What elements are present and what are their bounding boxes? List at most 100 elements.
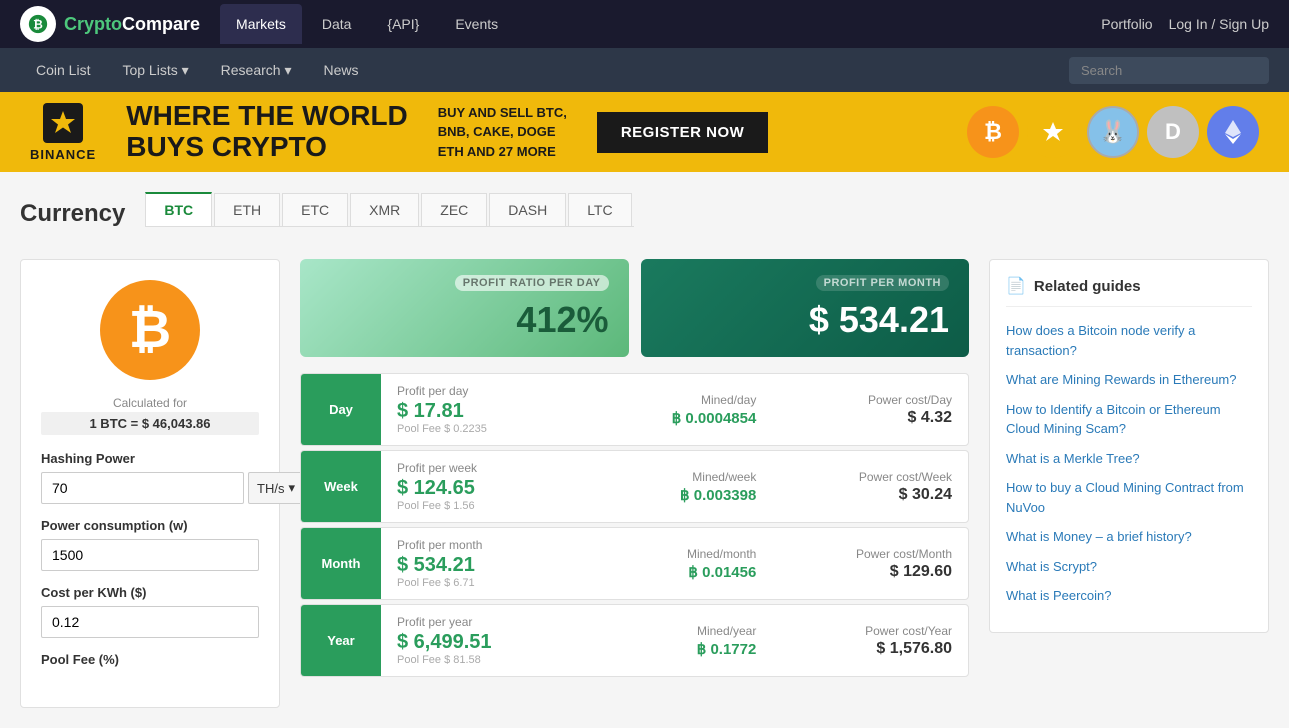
hashing-power-group: Hashing Power TH/s ▾: [41, 451, 259, 504]
cost-cell: Power cost/Day $ 4.32: [772, 383, 968, 437]
banner-headline: WHERE THE WORLD BUYS CRYPTO: [126, 101, 408, 163]
mined-title: Mined/week: [692, 470, 756, 484]
profit-month-value: $ 534.21: [809, 299, 949, 341]
pool-fee-label: Pool Fee (%): [41, 652, 259, 667]
cost-value: $ 1,576.80: [876, 640, 952, 658]
ethereum-coin-icon: [1207, 106, 1259, 158]
cost-value: $ 30.24: [899, 486, 952, 504]
pool-fee: Pool Fee $ 6.71: [397, 577, 475, 589]
binance-logo: BINANCE: [30, 103, 96, 162]
pool-fee: Pool Fee $ 81.58: [397, 654, 481, 666]
hashing-power-input[interactable]: [41, 472, 244, 504]
btc-price-display: 1 BTC = $ 46,043.86: [41, 412, 259, 435]
profit-ratio-card: PROFIT RATIO PER DAY 412%: [300, 259, 629, 357]
cost-value: $ 129.60: [890, 563, 952, 581]
profit-ratio-label: PROFIT RATIO PER DAY: [455, 275, 609, 291]
tab-eth[interactable]: ETH: [214, 193, 280, 226]
portfolio-link[interactable]: Portfolio: [1101, 16, 1152, 32]
guide-link[interactable]: How to Identify a Bitcoin or Ethereum Cl…: [1006, 400, 1252, 439]
hashing-power-unit[interactable]: TH/s ▾: [248, 472, 304, 504]
related-guides-header: 📄 Related guides: [1006, 276, 1252, 307]
page-header: Currency BTC ETH ETC XMR ZEC DASH LTC: [20, 192, 1269, 243]
cost-value: $ 4.32: [908, 409, 952, 427]
main-content: Currency BTC ETH ETC XMR ZEC DASH LTC ₿ …: [0, 172, 1289, 728]
mined-cell: Mined/year ฿ 0.1772: [577, 614, 773, 668]
tab-btc[interactable]: BTC: [145, 192, 212, 226]
profit-per-month-card: PROFIT PER MONTH $ 534.21: [641, 259, 970, 357]
banner-headline-line1: WHERE THE WORLD: [126, 101, 408, 132]
mined-value: ฿ 0.0004854: [672, 409, 757, 427]
tab-xmr[interactable]: XMR: [350, 193, 419, 226]
power-consumption-label: Power consumption (w): [41, 518, 259, 533]
profit-month-label: PROFIT PER MONTH: [816, 275, 949, 291]
right-panel: 📄 Related guides How does a Bitcoin node…: [989, 259, 1269, 708]
guide-link[interactable]: What are Mining Rewards in Ethereum?: [1006, 370, 1252, 390]
nav-events[interactable]: Events: [439, 4, 514, 44]
nav-data[interactable]: Data: [306, 4, 368, 44]
period-label: Week: [301, 451, 381, 522]
guide-link[interactable]: What is Scrypt?: [1006, 557, 1252, 577]
tab-ltc[interactable]: LTC: [568, 193, 631, 226]
results-panel: PROFIT RATIO PER DAY 412% PROFIT PER MON…: [300, 259, 969, 708]
bunny-coin-icon: 🐰: [1087, 106, 1139, 158]
period-label: Year: [301, 605, 381, 676]
cost-title: Power cost/Day: [868, 393, 952, 407]
profit-row: Week Profit per week $ 124.65 Pool Fee $…: [300, 450, 969, 523]
login-signup-link[interactable]: Log In / Sign Up: [1169, 16, 1269, 32]
profit-row: Month Profit per month $ 534.21 Pool Fee…: [300, 527, 969, 600]
content-grid: ₿ Calculated for 1 BTC = $ 46,043.86 Has…: [20, 259, 1269, 708]
cost-per-kwh-input[interactable]: [41, 606, 259, 638]
power-consumption-input[interactable]: [41, 539, 259, 571]
profit-amount: $ 124.65: [397, 477, 475, 500]
cost-cell: Power cost/Week $ 30.24: [772, 460, 968, 514]
sec-nav-news[interactable]: News: [307, 48, 374, 92]
guide-link[interactable]: What is Peercoin?: [1006, 586, 1252, 606]
chevron-down-icon: ▾: [288, 480, 295, 496]
btc-symbol: ₿: [129, 300, 171, 360]
tab-zec[interactable]: ZEC: [421, 193, 487, 226]
guide-link[interactable]: What is a Merkle Tree?: [1006, 449, 1252, 469]
logo[interactable]: ₿ CryptoCompare: [20, 6, 200, 42]
tab-dash[interactable]: DASH: [489, 193, 566, 226]
logo-text: CryptoCompare: [64, 14, 200, 35]
sec-nav-coinlist[interactable]: Coin List: [20, 48, 106, 92]
guide-link[interactable]: How to buy a Cloud Mining Contract from …: [1006, 478, 1252, 517]
cost-per-kwh-label: Cost per KWh ($): [41, 585, 259, 600]
sec-nav-research[interactable]: Research ▾: [205, 48, 308, 92]
mined-title: Mined/day: [701, 393, 756, 407]
secondary-navigation: Coin List Top Lists ▾ Research ▾ News: [0, 48, 1289, 92]
currency-tabs: BTC ETH ETC XMR ZEC DASH LTC: [145, 192, 633, 227]
mined-value: ฿ 0.003398: [680, 486, 756, 504]
search-container: [1069, 57, 1269, 84]
top-nav-links: Markets Data {API} Events: [220, 4, 1101, 44]
register-now-button[interactable]: REGISTER NOW: [597, 112, 769, 153]
cost-cell: Power cost/Year $ 1,576.80: [772, 614, 968, 668]
pool-fee: Pool Fee $ 0.2235: [397, 423, 487, 435]
guide-link[interactable]: What is Money – a brief history?: [1006, 527, 1252, 547]
nav-api[interactable]: {API}: [371, 4, 435, 44]
binance-coin-icon: [1027, 106, 1079, 158]
hashing-power-input-row: TH/s ▾: [41, 472, 259, 504]
sec-nav-toplists[interactable]: Top Lists ▾: [106, 48, 204, 92]
profit-rows: Day Profit per day $ 17.81 Pool Fee $ 0.…: [300, 373, 969, 681]
svg-text:₿: ₿: [33, 18, 43, 32]
document-icon: 📄: [1006, 276, 1026, 296]
profit-summary: PROFIT RATIO PER DAY 412% PROFIT PER MON…: [300, 259, 969, 357]
mined-value: ฿ 0.1772: [697, 640, 757, 658]
promo-banner: BINANCE WHERE THE WORLD BUYS CRYPTO BUY …: [0, 92, 1289, 172]
guide-link[interactable]: How does a Bitcoin node verify a transac…: [1006, 321, 1252, 360]
profit-title: Profit per day: [397, 384, 468, 398]
period-label: Month: [301, 528, 381, 599]
mined-value: ฿ 0.01456: [688, 563, 756, 581]
nav-markets[interactable]: Markets: [220, 4, 302, 44]
profit-row: Day Profit per day $ 17.81 Pool Fee $ 0.…: [300, 373, 969, 446]
search-input[interactable]: [1069, 57, 1269, 84]
coin-icons: ₿ 🐰 D: [967, 106, 1259, 158]
mined-cell: Mined/month ฿ 0.01456: [577, 537, 773, 591]
tab-etc[interactable]: ETC: [282, 193, 348, 226]
top-navigation: ₿ CryptoCompare Markets Data {API} Event…: [0, 0, 1289, 48]
pool-fee-group: Pool Fee (%): [41, 652, 259, 673]
profit-main: Profit per month $ 534.21 Pool Fee $ 6.7…: [381, 528, 577, 599]
guides-list: How does a Bitcoin node verify a transac…: [1006, 321, 1252, 606]
profit-main: Profit per year $ 6,499.51 Pool Fee $ 81…: [381, 605, 577, 676]
